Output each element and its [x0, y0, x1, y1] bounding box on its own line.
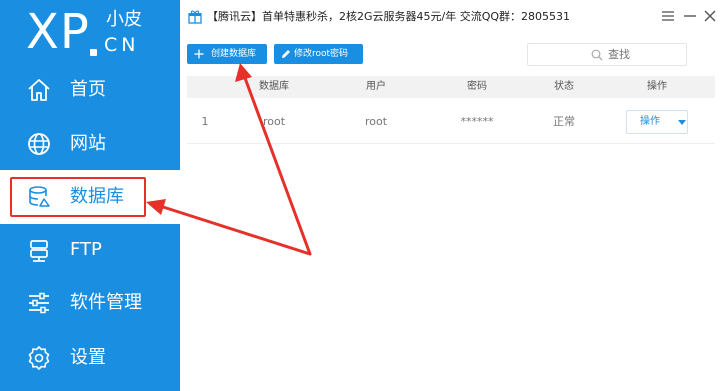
sidebar-item-label: 首页 — [70, 79, 106, 100]
column-header-database: 数据库 — [259, 81, 289, 92]
sidebar-item-label: FTP — [70, 239, 102, 260]
close-icon[interactable] — [702, 8, 718, 24]
sliders-icon — [29, 292, 49, 314]
cell-index: 1 — [201, 115, 209, 128]
action-dropdown-button[interactable]: 操作 — [626, 110, 688, 134]
column-header-action: 操作 — [647, 81, 667, 92]
cell-password: ****** — [460, 115, 494, 128]
sidebar-item-label: 网站 — [70, 133, 106, 154]
app-logo: XP 小皮 CN — [0, 0, 180, 64]
logo-sub-bottom: CN — [104, 34, 140, 56]
cell-database: root — [262, 115, 286, 128]
create-database-label: 创建数据库 — [211, 49, 257, 59]
column-header-password: 密码 — [467, 81, 487, 92]
sidebar-item-settings[interactable]: 设置 — [0, 331, 180, 385]
home-icon — [28, 79, 50, 101]
plus-icon — [194, 49, 204, 59]
cell-user: root — [364, 115, 388, 128]
action-button-label: 操作 — [640, 116, 660, 127]
sidebar-item-website[interactable]: 网站 — [0, 117, 180, 171]
search-input[interactable] — [608, 44, 678, 65]
sidebar-item-home[interactable]: 首页 — [0, 63, 180, 117]
logo-sub-top: 小皮 — [106, 9, 142, 30]
sidebar-item-software[interactable]: 软件管理 — [0, 276, 180, 330]
menu-icon[interactable] — [660, 8, 676, 24]
logo-dot — [90, 49, 97, 56]
column-header-status: 状态 — [554, 81, 574, 92]
search-icon — [591, 49, 603, 61]
minimize-icon[interactable] — [682, 8, 698, 24]
top-bar: 【腾讯云】首单特惠秒杀，2核2G云服务器45元/年 交流QQ群：2805531 — [180, 0, 720, 34]
change-root-password-label: 修改root密码 — [294, 49, 349, 59]
promo-banner[interactable]: 【腾讯云】首单特惠秒杀，2核2G云服务器45元/年 交流QQ群：2805531 — [207, 0, 570, 33]
pencil-icon — [282, 50, 290, 58]
gear-icon — [28, 346, 50, 370]
change-root-password-button[interactable]: 修改root密码 — [274, 44, 363, 64]
column-header-user: 用户 — [366, 81, 386, 92]
sidebar-item-label: 软件管理 — [70, 292, 142, 313]
sidebar-item-ftp[interactable]: FTP — [0, 223, 180, 277]
table-header: 数据库 用户 密码 状态 操作 — [187, 76, 715, 98]
ftp-server-icon — [30, 240, 48, 262]
chevron-down-icon[interactable] — [678, 120, 686, 125]
create-database-button[interactable]: 创建数据库 — [187, 44, 267, 64]
globe-icon — [28, 133, 50, 155]
table-row: 1 root root ****** 正常 操作 — [187, 99, 715, 144]
highlight-box — [10, 177, 146, 217]
cell-status: 正常 — [553, 115, 575, 128]
sidebar-item-label: 设置 — [70, 347, 106, 368]
logo-main-text: XP — [26, 4, 90, 60]
search-box[interactable] — [527, 43, 687, 66]
gift-icon — [188, 10, 202, 24]
